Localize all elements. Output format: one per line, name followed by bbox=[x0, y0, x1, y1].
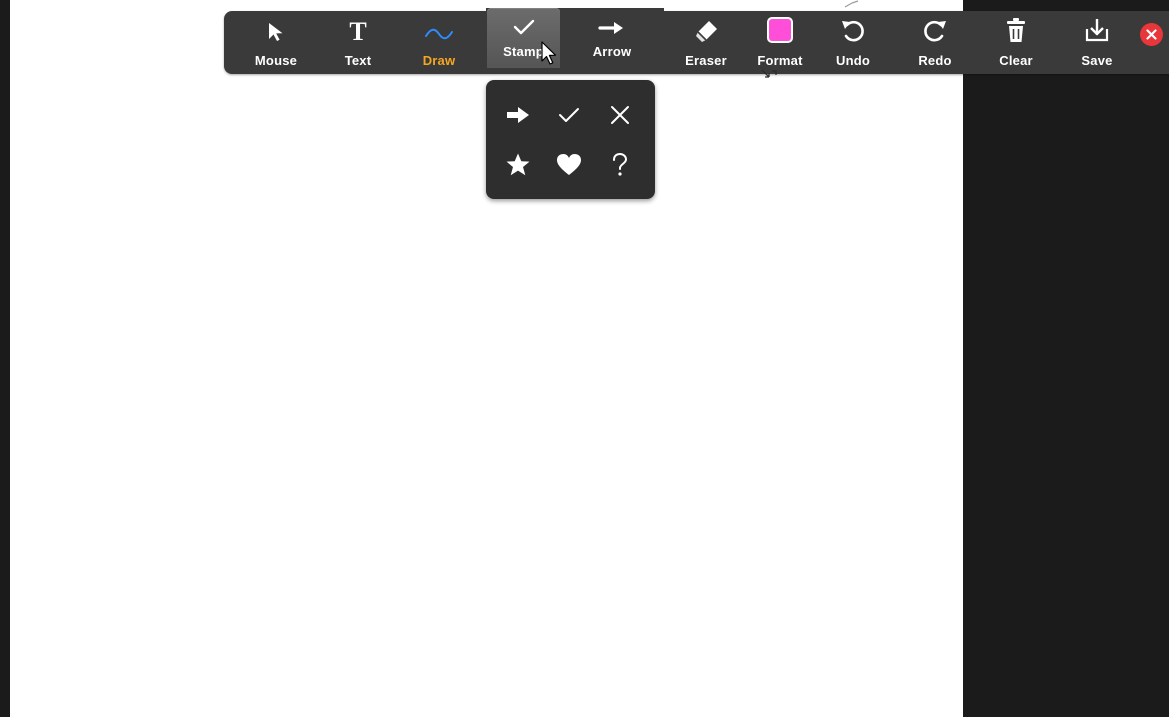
tool-label-save: Save bbox=[1081, 53, 1113, 68]
right-arrow-icon bbox=[598, 22, 623, 34]
resize-cursor-icon bbox=[761, 69, 777, 78]
side-panel bbox=[963, 0, 1169, 717]
tool-label-undo: Undo bbox=[835, 53, 870, 68]
tool-label-redo: Redo bbox=[918, 53, 952, 68]
x-stamp-icon bbox=[611, 106, 629, 124]
trash-icon bbox=[1007, 18, 1025, 42]
text-T-icon: T bbox=[349, 19, 366, 43]
arrow-stamp-icon bbox=[507, 107, 529, 123]
tool-format[interactable]: Format bbox=[755, 11, 805, 74]
star-stamp-icon bbox=[506, 153, 530, 176]
question-stamp-icon bbox=[613, 152, 628, 176]
squiggle-line-icon bbox=[425, 28, 453, 40]
close-x-icon bbox=[1146, 29, 1157, 40]
tool-stamp[interactable]: Stamp bbox=[487, 8, 560, 68]
screen: Mouse T Text Draw Stamp Arrow Eraser For… bbox=[0, 0, 1169, 717]
stamp-option-heart[interactable] bbox=[549, 145, 589, 185]
tool-label-mouse: Mouse bbox=[254, 53, 298, 68]
stamp-option-question[interactable] bbox=[600, 145, 640, 185]
tool-label-stamp: Stamp bbox=[503, 44, 544, 59]
redo-icon bbox=[924, 20, 946, 42]
tool-label-draw: Draw bbox=[422, 53, 456, 68]
stamp-option-arrow[interactable] bbox=[498, 95, 538, 135]
tool-arrow[interactable]: Arrow bbox=[588, 8, 636, 68]
undo-icon bbox=[842, 20, 864, 42]
check-stamp-icon bbox=[559, 108, 579, 122]
stamp-option-star[interactable] bbox=[498, 145, 538, 185]
stamp-option-check[interactable] bbox=[549, 95, 589, 135]
tool-text[interactable]: T Text bbox=[338, 11, 378, 74]
checkmark-icon bbox=[513, 19, 534, 35]
stamp-menu bbox=[486, 80, 655, 199]
tool-clear[interactable]: Clear bbox=[996, 11, 1036, 74]
eraser-icon bbox=[696, 21, 717, 42]
svg-text:T: T bbox=[349, 19, 366, 43]
heart-stamp-icon bbox=[557, 154, 581, 175]
tool-label-text: Text bbox=[344, 53, 372, 68]
tool-mouse[interactable]: Mouse bbox=[252, 11, 300, 74]
pointer-arrow-icon bbox=[269, 23, 283, 41]
tool-label-eraser: Eraser bbox=[685, 53, 727, 68]
left-edge bbox=[0, 0, 10, 717]
tool-redo[interactable]: Redo bbox=[915, 11, 955, 74]
download-icon bbox=[1085, 19, 1109, 42]
tool-undo[interactable]: Undo bbox=[833, 11, 873, 74]
tool-label-clear: Clear bbox=[999, 53, 1033, 68]
color-swatch-icon bbox=[767, 17, 793, 43]
tool-eraser[interactable]: Eraser bbox=[683, 11, 729, 74]
tool-draw[interactable]: Draw bbox=[418, 11, 460, 74]
tool-label-arrow: Arrow bbox=[592, 44, 632, 59]
tool-label-format: Format bbox=[757, 53, 803, 68]
stray-pen-mark bbox=[844, 0, 859, 8]
close-toolbar-button[interactable] bbox=[1140, 23, 1163, 46]
stamp-option-x[interactable] bbox=[600, 95, 640, 135]
tool-save[interactable]: Save bbox=[1077, 11, 1117, 74]
